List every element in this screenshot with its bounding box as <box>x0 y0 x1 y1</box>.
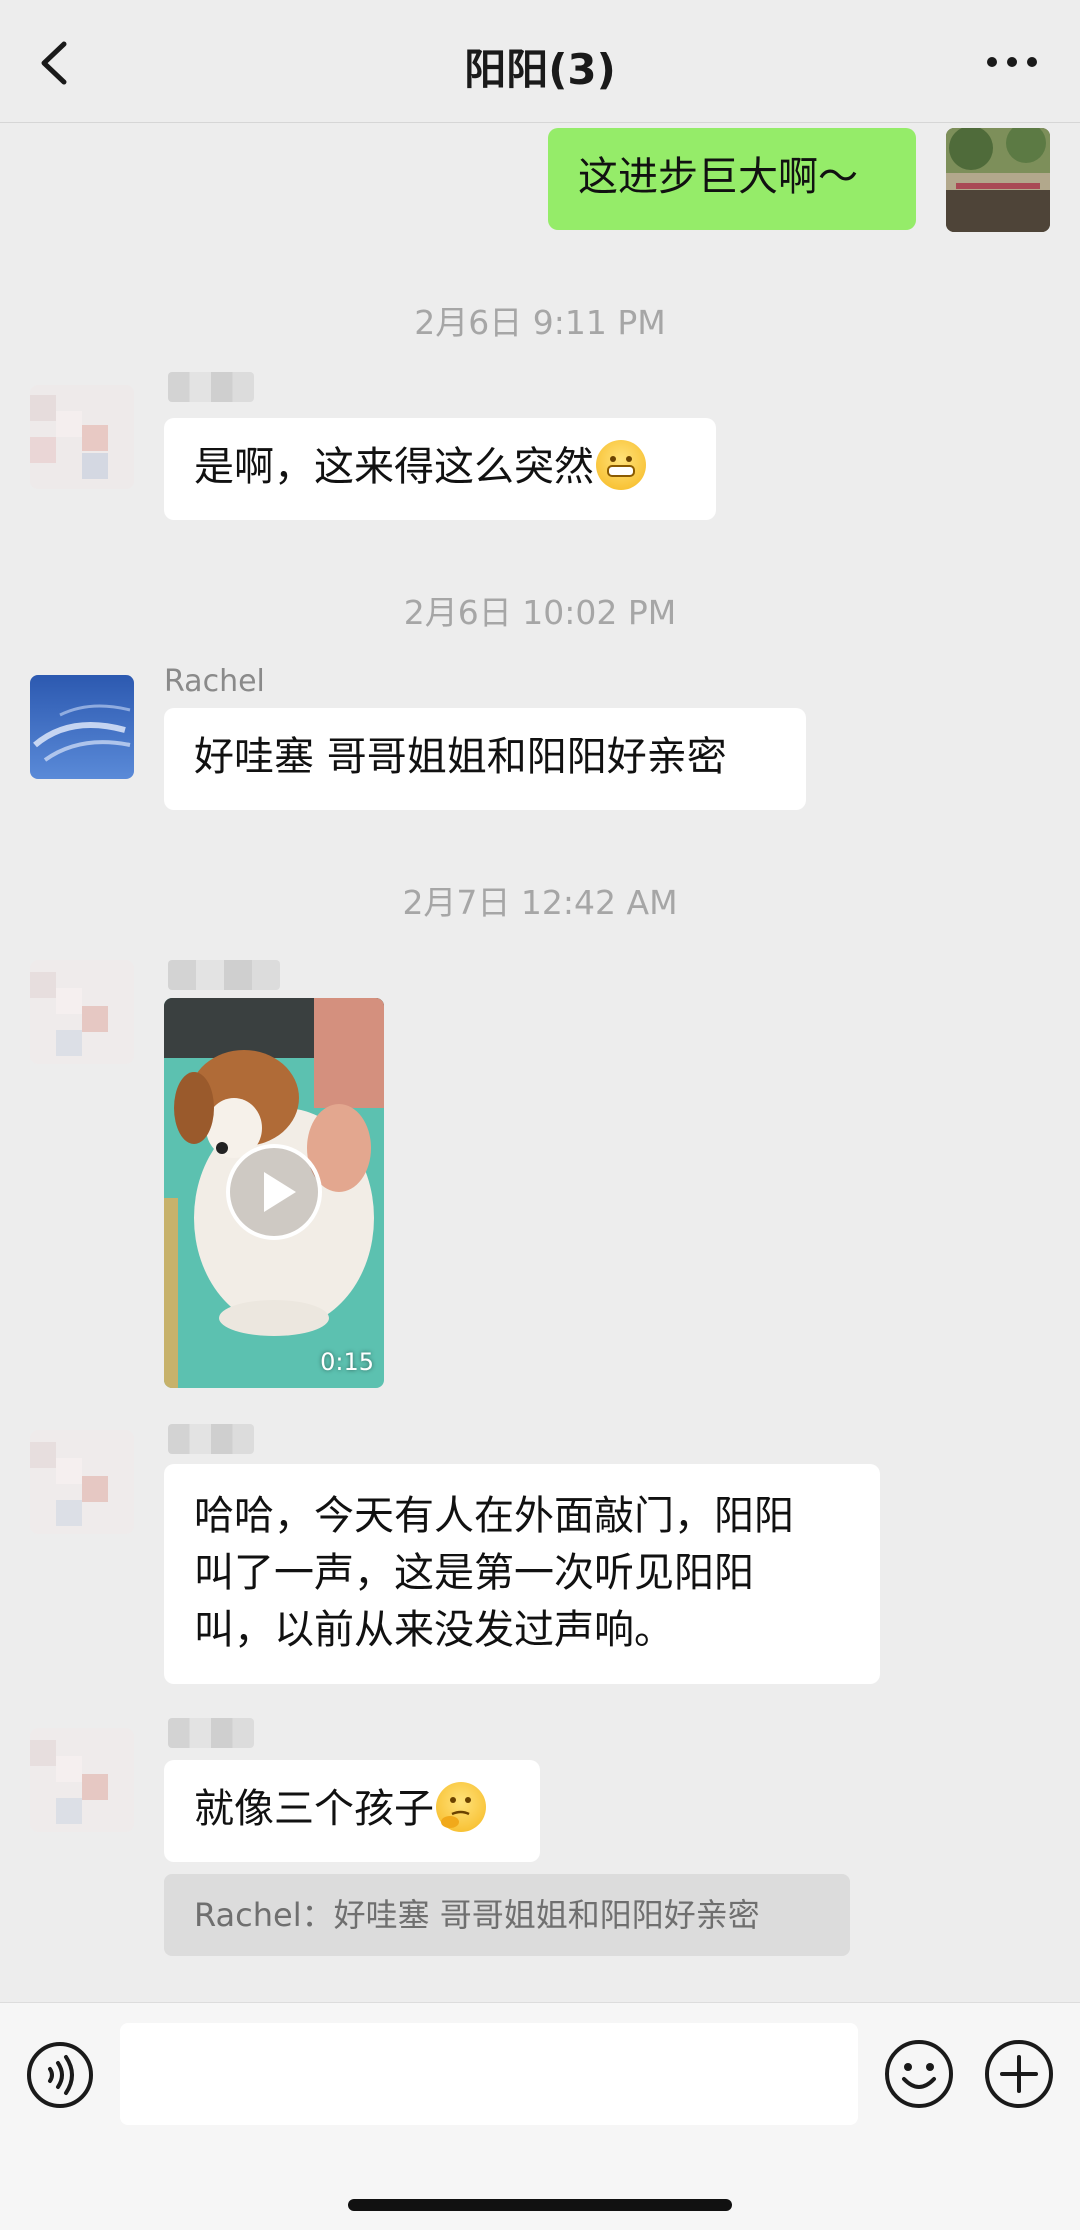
received-message-bubble[interactable]: 就像三个孩子 <box>164 1760 540 1862</box>
rachel-avatar[interactable] <box>30 675 134 779</box>
grinning-emoji-icon <box>596 440 646 490</box>
sent-message-bubble[interactable]: 这进步巨大啊～ <box>548 128 916 230</box>
message-line: 叫了一声，这是第一次听见阳阳 <box>194 1550 754 1596</box>
message-text: 这进步巨大啊～ <box>578 154 858 200</box>
message-text: 就像三个孩子 <box>194 1786 434 1832</box>
message-line: 哈哈，今天有人在外面敲门，阳阳 <box>194 1493 794 1539</box>
message-text: 好哇塞 哥哥姐姐和阳阳好亲密 <box>194 734 727 780</box>
received-message-bubble[interactable]: 好哇塞 哥哥姐姐和阳阳好亲密 <box>164 708 806 810</box>
video-message[interactable]: 0:15 <box>164 998 384 1388</box>
chat-header: 阳阳(3) <box>0 0 1080 123</box>
timestamp: 2月7日 12:42 AM <box>402 883 678 922</box>
member-avatar[interactable] <box>30 1430 134 1534</box>
received-message-bubble[interactable]: 哈哈，今天有人在外面敲门，阳阳 叫了一声，这是第一次听见阳阳 叫，以前从来没发过… <box>164 1464 880 1684</box>
nickname-blurred <box>168 372 254 402</box>
voice-icon[interactable] <box>26 2041 94 2109</box>
member-avatar[interactable] <box>30 1728 134 1832</box>
member-avatar[interactable] <box>30 960 134 1064</box>
timestamp: 2月6日 9:11 PM <box>414 303 666 342</box>
sender-name: Rachel <box>164 664 265 699</box>
member-avatar[interactable] <box>30 385 134 489</box>
emoji-icon[interactable] <box>884 2039 954 2109</box>
message-line: 叫，以前从来没发过声响。 <box>194 1607 674 1653</box>
received-message-bubble[interactable]: 是啊，这来得这么突然 <box>164 418 716 520</box>
chat-title: 阳阳(3) <box>464 45 616 94</box>
nickname-blurred <box>168 960 280 990</box>
more-dots-icon[interactable] <box>984 54 1040 70</box>
plus-icon[interactable] <box>984 2039 1054 2109</box>
timestamp: 2月6日 10:02 PM <box>403 593 677 632</box>
message-text: 是啊，这来得这么突然 <box>194 444 594 490</box>
play-icon[interactable] <box>224 1142 324 1242</box>
home-indicator[interactable] <box>348 2199 732 2211</box>
video-duration: 0:15 <box>320 1348 374 1376</box>
quoted-text: Rachel：好哇塞 哥哥姐姐和阳阳好亲密 <box>194 1896 760 1934</box>
quoted-reply[interactable]: Rachel：好哇塞 哥哥姐姐和阳阳好亲密 <box>164 1874 850 1956</box>
thinking-emoji-icon <box>436 1782 486 1832</box>
message-input[interactable] <box>120 2023 858 2125</box>
my-avatar[interactable] <box>946 128 1050 232</box>
nickname-blurred <box>168 1718 254 1748</box>
input-toolbar <box>0 2002 1080 2230</box>
nickname-blurred <box>168 1424 254 1454</box>
